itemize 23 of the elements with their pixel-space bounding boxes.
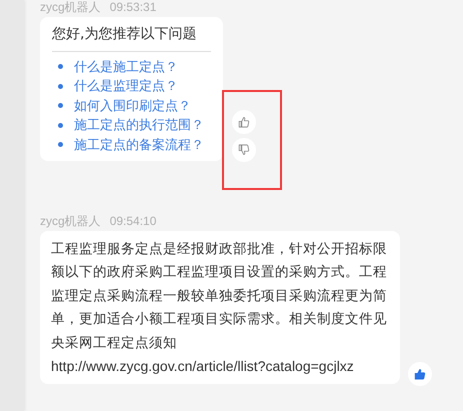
thumbs-up-button[interactable] [408,362,432,386]
bullet-icon [58,64,63,70]
thumbs-up-button[interactable] [232,110,256,134]
message-time: 09:54:10 [110,214,156,230]
sender-name: zycg机器人 [40,0,101,16]
url-text: http://www.zycg.gov.cn/article/llist?catalog=gcjlxz [51,357,355,376]
question-link[interactable]: 什么是监理定点？ [74,77,178,96]
thumbs-down-button[interactable] [232,138,256,162]
bullet-icon [58,142,63,148]
question-link[interactable]: 施工定点的执行范围？ [74,116,204,134]
question-link[interactable]: 如何入围印刷定点？ [74,96,191,115]
greeting-text: 您好,为您推荐以下问题 [52,25,198,44]
bullet-icon [58,122,63,128]
answer-text: 工程监理服务定点是经报财政部批准，针对公开招标限额以下的政府采购工程监理项目设置的采购方式。工程监理定点采购流程一般较单独委托项目采购流程更为简单，更加适合小额工程项目实际需求。相关制度文件见央采网工程定点须知 [51,240,388,353]
sender-name: zycg机器人 [40,214,101,230]
bullet-icon [58,103,63,108]
thumbs-down-icon [237,142,251,156]
message-time: 09:53:31 [110,0,156,16]
question-link[interactable]: 什么是施工定点？ [74,58,178,76]
thumbs-up-icon [237,114,251,128]
question-link[interactable]: 施工定点的备案流程？ [74,136,204,154]
bullet-icon [58,84,63,89]
thumbs-up-icon [413,367,427,382]
